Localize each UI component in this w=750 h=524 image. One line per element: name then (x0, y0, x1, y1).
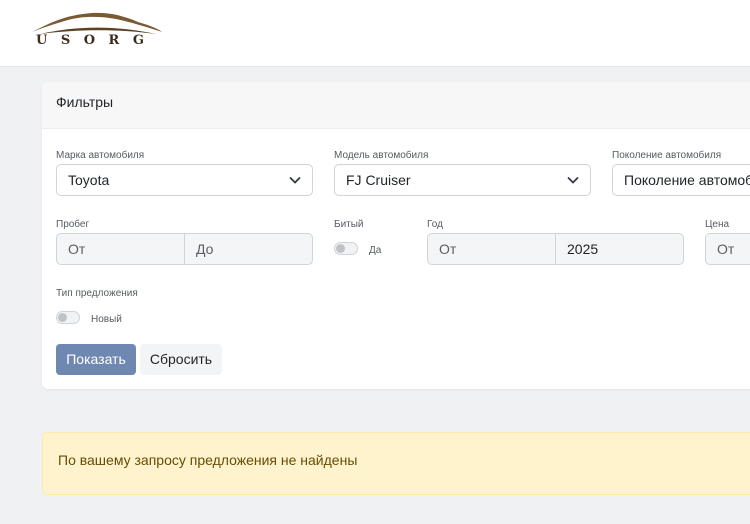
generation-select-value: Поколение автомоби (624, 172, 750, 188)
model-label: Модель автомобиля (334, 150, 429, 161)
show-button[interactable]: Показать (56, 344, 136, 375)
brand-label: Марка автомобиля (56, 150, 145, 161)
no-results-alert: По вашему запросу предложения не найдены (42, 432, 750, 495)
offer-type-toggle[interactable] (56, 311, 80, 324)
no-results-message: По вашему запросу предложения не найдены (58, 452, 358, 468)
year-from-input[interactable]: От (427, 233, 556, 265)
chevron-down-icon (289, 176, 301, 184)
year-label: Год (427, 219, 443, 230)
filters-card-header: Фильтры (42, 82, 750, 129)
generation-select[interactable]: Поколение автомоби (612, 164, 750, 196)
toggle-knob (336, 244, 345, 253)
model-select-value: FJ Cruiser (346, 172, 411, 188)
brand-select-value: Toyota (68, 172, 110, 188)
site-logo[interactable]: USORG (30, 10, 164, 52)
damaged-toggle[interactable] (334, 242, 358, 255)
mileage-label: Пробег (56, 219, 90, 230)
logo-text: USORG (36, 33, 158, 48)
generation-label: Поколение автомобиля (612, 150, 722, 161)
year-to-input[interactable]: 2025 (556, 233, 684, 265)
top-navbar: USORG (0, 0, 750, 67)
damaged-toggle-label: Да (369, 245, 382, 256)
damaged-label: Битый (334, 219, 364, 230)
offer-type-toggle-label: Новый (91, 314, 122, 325)
chevron-down-icon (567, 176, 579, 184)
mileage-from-input[interactable]: От (56, 233, 185, 265)
brand-select[interactable]: Toyota (56, 164, 313, 196)
mileage-to-input[interactable]: До (185, 233, 313, 265)
reset-button[interactable]: Сбросить (140, 344, 222, 375)
price-label: Цена (705, 219, 730, 230)
toggle-knob (58, 313, 67, 322)
filters-title: Фильтры (56, 94, 114, 110)
model-select[interactable]: FJ Cruiser (334, 164, 591, 196)
offer-type-label: Тип предложения (56, 288, 138, 299)
filters-card: Фильтры Марка автомобиля Toyota Модель а… (42, 82, 750, 389)
price-from-input[interactable]: От (705, 233, 750, 265)
